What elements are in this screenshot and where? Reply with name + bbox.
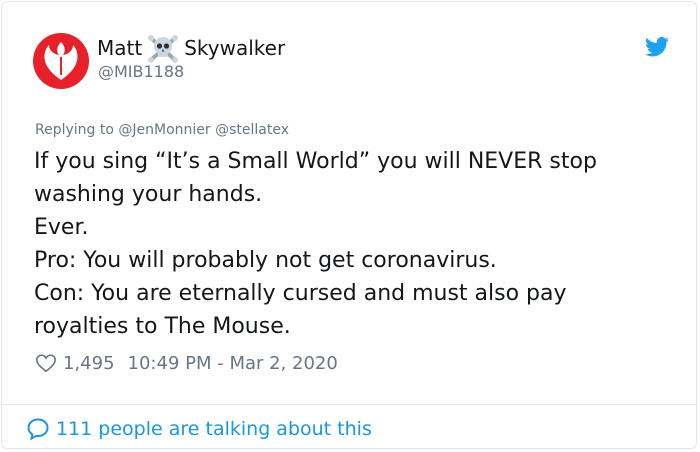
twitter-bird-icon[interactable]: [645, 37, 669, 57]
reply-prefix: Replying to: [35, 122, 114, 138]
rebel-alliance-icon[interactable]: [33, 33, 89, 89]
tweet-line: royalties to The Mouse.: [34, 314, 291, 339]
tweet-card: Matt Skywalker @MIB1188 Replying to @Jen…: [1, 1, 697, 449]
tweet-meta: 1,495 10:49 PM - Mar 2, 2020: [35, 352, 338, 374]
tweet-text: If you sing “It’s a Small World” you wil…: [34, 145, 674, 343]
reply-context: Replying to @JenMonnier @stellatex: [35, 122, 289, 138]
reply-mentions[interactable]: @JenMonnier @stellatex: [118, 122, 289, 138]
speech-bubble-icon: [27, 418, 49, 441]
author-first-name: Matt: [97, 36, 143, 60]
skull-and-crossbones-icon: [148, 35, 179, 63]
tweet-line: If you sing “It’s a Small World” you wil…: [34, 149, 597, 174]
conversation-link[interactable]: 111 people are talking about this: [26, 417, 372, 441]
heart-icon[interactable]: [35, 352, 57, 374]
like-count[interactable]: 1,495: [63, 353, 115, 374]
author-last-name: Skywalker: [184, 36, 286, 60]
tweet-line: washing your hands.: [34, 182, 263, 207]
tweet-line: Ever.: [34, 215, 89, 240]
author-name[interactable]: Matt Skywalker: [97, 35, 286, 63]
author-handle[interactable]: @MIB1188: [98, 62, 184, 81]
tweet-timestamp[interactable]: 10:49 PM - Mar 2, 2020: [128, 353, 338, 374]
conversation-label: 111 people are talking about this: [56, 418, 372, 440]
tweet-line: Con: You are eternally cursed and must a…: [34, 281, 567, 306]
tweet-line: Pro: You will probably not get coronavir…: [34, 248, 497, 273]
divider: [2, 404, 696, 405]
